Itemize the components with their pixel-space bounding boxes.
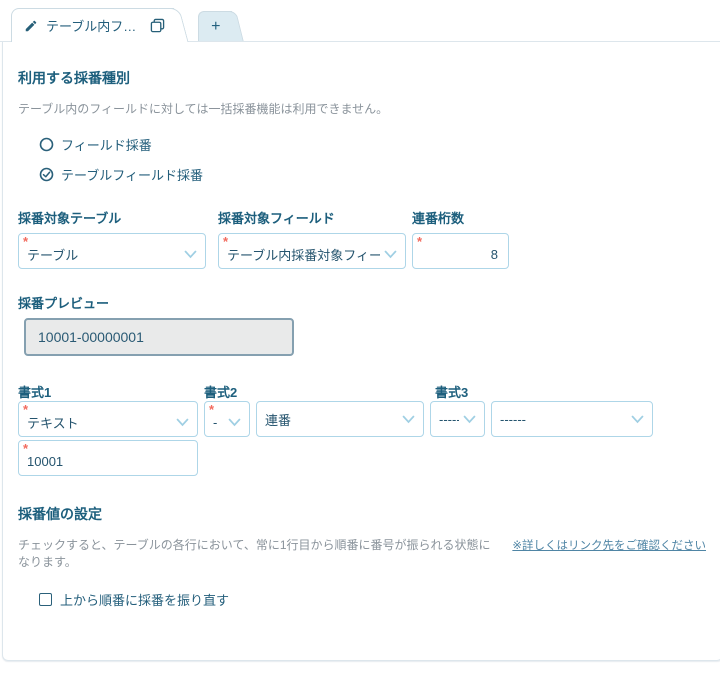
separator2-value: ----- xyxy=(439,412,459,427)
separator1-value: - xyxy=(213,415,224,430)
chevron-down-icon xyxy=(631,415,644,424)
radio-label: フィールド採番 xyxy=(61,135,152,154)
preview-output: 10001-00000001 xyxy=(24,318,294,356)
radio-label: テーブルフィールド採番 xyxy=(61,165,203,184)
target-field-select[interactable]: * テーブル内採番対象フィー xyxy=(218,233,406,269)
required-marker: * xyxy=(23,442,28,455)
target-field-label: 採番対象フィールド xyxy=(218,208,406,227)
format-labels: 書式1 書式2 書式3 xyxy=(18,382,706,401)
numbering-type-title: 利用する採番種別 xyxy=(18,68,706,88)
radio-checked-icon xyxy=(39,167,54,182)
format1-type-value: テキスト xyxy=(27,413,172,432)
duplicate-tab-button[interactable] xyxy=(144,13,170,39)
format3-type-value: ------ xyxy=(500,412,627,427)
format1-text-input[interactable]: * 10001 xyxy=(18,440,198,476)
tab-active-table-field[interactable]: テーブル内フ… xyxy=(11,8,174,42)
digits-field: 連番桁数 * 8 xyxy=(412,208,509,269)
value-setting-title: 採番値の設定 xyxy=(18,504,706,524)
preview-section: 採番プレビュー 10001-00000001 xyxy=(18,293,706,356)
target-field-field: 採番対象フィールド * テーブル内採番対象フィー xyxy=(218,208,406,269)
format2-type-select[interactable]: 連番 xyxy=(256,401,424,437)
target-field-value: テーブル内採番対象フィー xyxy=(227,245,380,264)
digits-value: 8 xyxy=(421,247,500,262)
chevron-down-icon xyxy=(384,250,397,259)
checkbox-unchecked-icon[interactable] xyxy=(39,593,52,606)
chevron-down-icon xyxy=(463,415,476,424)
required-marker: * xyxy=(209,403,214,416)
preview-value: 10001-00000001 xyxy=(38,329,144,345)
required-marker: * xyxy=(223,235,228,248)
chevron-down-icon xyxy=(176,418,189,427)
target-table-field: 採番対象テーブル * テーブル xyxy=(18,208,206,269)
format-selects-row: * テキスト * - 連番 ----- ------ xyxy=(18,401,706,437)
settings-panel: 利用する採番種別 テーブル内のフィールドに対しては一括採番機能は利用できません。… xyxy=(2,42,720,661)
renumber-checkbox-row[interactable]: 上から順番に採番を振り直す xyxy=(39,590,706,609)
required-marker: * xyxy=(23,403,28,416)
radio-table-field-numbering[interactable]: テーブルフィールド採番 xyxy=(39,165,706,184)
format1-label: 書式1 xyxy=(18,382,51,401)
add-tab-button[interactable]: + xyxy=(198,11,232,41)
target-fields-row: 採番対象テーブル * テーブル 採番対象フィールド * テーブル内採番対象フィー… xyxy=(18,208,706,269)
format1-type-select[interactable]: * テキスト xyxy=(18,401,198,437)
value-setting-description: チェックすると、テーブルの各行において、常に1行目から順番に番号が振られる状態に… xyxy=(18,536,502,570)
chevron-down-icon xyxy=(228,418,241,427)
chevron-down-icon xyxy=(184,250,197,259)
separator2-select[interactable]: ----- xyxy=(430,401,485,437)
details-link[interactable]: ※詳しくはリンク先をご確認ください xyxy=(512,537,706,553)
tab-bar: テーブル内フ… + xyxy=(0,0,720,42)
format3-type-select[interactable]: ------ xyxy=(491,401,653,437)
required-marker: * xyxy=(23,235,28,248)
required-marker: * xyxy=(417,235,422,248)
value-setting-description-row: チェックすると、テーブルの各行において、常に1行目から順番に番号が振られる状態に… xyxy=(18,536,706,570)
plus-icon: + xyxy=(211,18,220,36)
separator1-select[interactable]: * - xyxy=(204,401,250,437)
target-table-value: テーブル xyxy=(27,245,180,264)
digits-input[interactable]: * 8 xyxy=(412,233,509,269)
tab-label: テーブル内フ… xyxy=(46,16,136,35)
numbering-type-options: フィールド採番 テーブルフィールド採番 xyxy=(39,135,706,184)
preview-label: 採番プレビュー xyxy=(18,293,706,312)
target-table-label: 採番対象テーブル xyxy=(18,208,206,227)
radio-unchecked-icon xyxy=(39,137,54,152)
format3-label: 書式3 xyxy=(435,382,468,401)
format2-label: 書式2 xyxy=(204,382,237,401)
radio-field-numbering[interactable]: フィールド採番 xyxy=(39,135,706,154)
target-table-select[interactable]: * テーブル xyxy=(18,233,206,269)
numbering-type-description: テーブル内のフィールドに対しては一括採番機能は利用できません。 xyxy=(18,100,706,117)
format1-text-value: 10001 xyxy=(27,454,189,469)
pencil-icon xyxy=(24,19,38,33)
chevron-down-icon xyxy=(402,415,415,424)
digits-label: 連番桁数 xyxy=(412,208,509,227)
renumber-checkbox-label: 上から順番に採番を振り直す xyxy=(60,590,229,609)
format2-type-value: 連番 xyxy=(265,410,398,429)
